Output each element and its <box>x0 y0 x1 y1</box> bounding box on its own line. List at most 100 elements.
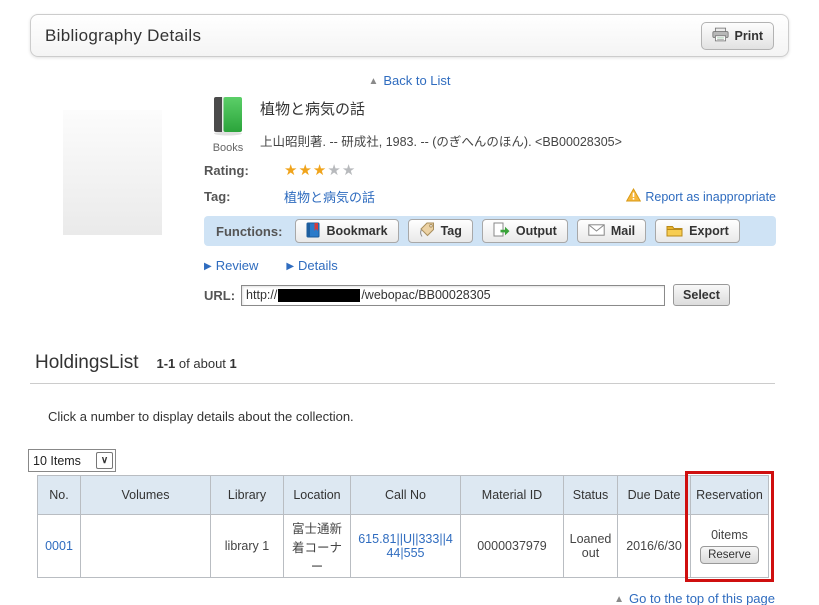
cell-call-no: 615.81||U||333||444|555 <box>351 515 461 578</box>
mail-button-label: Mail <box>611 224 635 238</box>
tag-row: Tag: 植物と病気の話 Report as inappropriate <box>204 187 776 206</box>
report-inappropriate-link[interactable]: Report as inappropriate <box>645 190 776 204</box>
report-inappropriate: Report as inappropriate <box>626 188 776 205</box>
cell-material-id: 0000037979 <box>461 515 564 578</box>
col-no: No. <box>38 476 81 515</box>
holdings-table: No. Volumes Library Location Call No Mat… <box>37 475 769 578</box>
back-to-list-row: ▲Back to List <box>0 73 819 88</box>
functions-bar: Functions: Bookmark <box>204 216 776 246</box>
bookmark-icon <box>306 222 320 241</box>
mail-icon <box>588 224 605 239</box>
chevron-down-icon: ∨ <box>96 452 113 469</box>
holdings-total: 1 <box>230 356 237 371</box>
details-link-wrap: ▶ Details <box>286 258 337 273</box>
go-top-link[interactable]: Go to the top of this page <box>629 591 775 605</box>
tag-label: Tag: <box>204 189 284 204</box>
col-reservation: Reservation <box>691 476 769 515</box>
star-icon[interactable]: ★ <box>313 162 326 179</box>
export-button-label: Export <box>689 224 729 238</box>
url-redaction-box <box>278 289 360 302</box>
cell-library: library 1 <box>211 515 284 578</box>
star-icon[interactable]: ★ <box>298 162 311 179</box>
cell-status: Loaned out <box>564 515 618 578</box>
printer-icon <box>712 27 729 45</box>
select-button[interactable]: Select <box>673 284 730 306</box>
items-per-page-select[interactable]: 10 Items ∨ <box>28 449 116 472</box>
holdings-of-text: of about <box>179 356 226 371</box>
page-header: Bibliography Details Print <box>30 14 789 57</box>
rating-stars: ★★★★★ <box>284 163 356 178</box>
output-button[interactable]: Output <box>482 219 568 243</box>
reserve-button[interactable]: Reserve <box>700 546 759 564</box>
bookmark-button[interactable]: Bookmark <box>295 219 398 243</box>
up-triangle-icon: ▲ <box>614 594 624 605</box>
go-top-row: ▲ Go to the top of this page <box>0 591 775 605</box>
media-type-badge: Books <box>204 96 252 154</box>
book-title: 植物と病気の話 <box>260 98 622 119</box>
export-button[interactable]: Export <box>655 219 740 243</box>
star-icon[interactable]: ★ <box>284 162 297 179</box>
holdings-count: 1-1 of about 1 <box>157 356 237 371</box>
col-due-date: Due Date <box>618 476 691 515</box>
book-cover-placeholder <box>63 110 162 235</box>
url-input[interactable]: http:// /webopac/BB00028305 <box>241 285 665 306</box>
rating-label: Rating: <box>204 163 284 178</box>
page-title: Bibliography Details <box>45 26 201 46</box>
output-button-label: Output <box>516 224 557 238</box>
bibliography-details-page: Bibliography Details Print ▲Back to List <box>0 0 819 605</box>
functions-label: Functions: <box>216 224 282 239</box>
book-title-row: Books 植物と病気の話 上山昭則著. -- 研成社, 1983. -- (の… <box>204 96 776 154</box>
col-volumes: Volumes <box>81 476 211 515</box>
url-suffix: /webopac/BB00028305 <box>361 288 490 302</box>
col-material-id: Material ID <box>461 476 564 515</box>
bookmark-button-label: Bookmark <box>326 224 387 238</box>
media-type-label: Books <box>204 142 252 154</box>
mail-button[interactable]: Mail <box>577 219 646 243</box>
url-label: URL: <box>204 288 235 303</box>
rating-row: Rating: ★★★★★ <box>204 163 776 178</box>
tag-button-label: Tag <box>441 224 462 238</box>
print-button-label: Print <box>735 29 763 43</box>
right-triangle-icon: ▶ <box>204 261 212 272</box>
cell-reservation: 0items Reserve <box>691 515 769 578</box>
star-icon[interactable]: ★ <box>342 162 355 179</box>
book-icon <box>210 123 246 140</box>
holdings-header: HoldingsList 1-1 of about 1 <box>30 352 775 384</box>
back-to-list-link[interactable]: Back to List <box>383 73 450 88</box>
col-status: Status <box>564 476 618 515</box>
star-icon[interactable]: ★ <box>327 162 340 179</box>
review-link[interactable]: Review <box>216 258 259 273</box>
book-title-texts: 植物と病気の話 上山昭則著. -- 研成社, 1983. -- (のぎへんのほん… <box>260 96 622 154</box>
tag-value-link[interactable]: 植物と病気の話 <box>284 187 375 206</box>
cell-location: 富士通新着コーナー <box>284 515 351 578</box>
output-icon <box>493 222 510 241</box>
book-section: Books 植物と病気の話 上山昭則著. -- 研成社, 1983. -- (の… <box>63 96 819 306</box>
book-byline: 上山昭則著. -- 研成社, 1983. -- (のぎへんのほん). <BB00… <box>260 131 622 150</box>
table-row: 0001 library 1 富士通新着コーナー 615.81||U||333|… <box>38 515 769 578</box>
tag-icon <box>419 222 435 241</box>
item-number-link[interactable]: 0001 <box>45 539 73 553</box>
cell-due-date: 2016/6/30 <box>618 515 691 578</box>
cell-volumes <box>81 515 211 578</box>
reservation-count: 0items <box>695 528 764 542</box>
call-no-link[interactable]: 615.81||U||333||444|555 <box>358 532 453 560</box>
book-details: Books 植物と病気の話 上山昭則著. -- 研成社, 1983. -- (の… <box>204 96 776 306</box>
holdings-range: 1-1 <box>157 356 176 371</box>
col-location: Location <box>284 476 351 515</box>
export-icon <box>666 223 683 240</box>
review-details-row: ▶ Review ▶ Details <box>204 258 776 273</box>
url-prefix: http:// <box>246 288 277 302</box>
holdings-table-wrap: No. Volumes Library Location Call No Mat… <box>37 475 768 578</box>
holdings-instruction: Click a number to display details about … <box>48 409 819 424</box>
items-per-page-value: 10 Items <box>29 454 94 468</box>
print-button[interactable]: Print <box>701 22 774 50</box>
warning-icon <box>626 188 641 205</box>
col-call-no: Call No <box>351 476 461 515</box>
review-link-wrap: ▶ Review <box>204 258 258 273</box>
url-row: URL: http:// /webopac/BB00028305 Select <box>204 284 776 306</box>
cell-no: 0001 <box>38 515 81 578</box>
right-triangle-icon: ▶ <box>286 261 294 272</box>
details-link[interactable]: Details <box>298 258 338 273</box>
holdings-title: HoldingsList <box>35 352 139 374</box>
tag-button[interactable]: Tag <box>408 219 473 243</box>
